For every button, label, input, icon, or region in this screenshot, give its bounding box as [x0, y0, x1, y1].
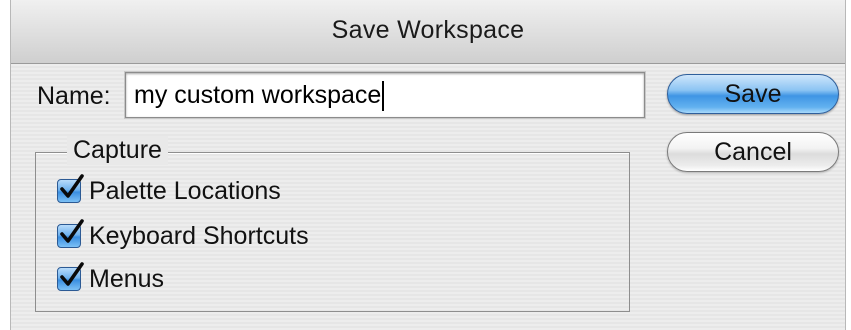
keyboard-shortcuts-checkbox[interactable]: [57, 219, 84, 248]
save-button[interactable]: Save: [667, 74, 839, 114]
save-workspace-dialog: Save Workspace Name: my custom workspace…: [10, 0, 846, 330]
dialog-title: Save Workspace: [331, 16, 525, 44]
name-field-value: my custom workspace: [134, 81, 382, 109]
text-cursor: [382, 81, 385, 112]
menus-option[interactable]: Menus: [57, 262, 164, 296]
capture-group-title: Capture: [67, 136, 168, 165]
palette-locations-checkbox[interactable]: [57, 174, 84, 203]
palette-locations-label: Palette Locations: [89, 176, 281, 205]
checkmark-icon: [60, 174, 84, 198]
dialog-title-bar[interactable]: Save Workspace: [11, 0, 845, 64]
checkmark-icon: [60, 219, 84, 243]
palette-locations-option[interactable]: Palette Locations: [57, 174, 281, 208]
checkmark-icon: [60, 262, 84, 286]
name-field[interactable]: my custom workspace: [125, 72, 645, 118]
cancel-button[interactable]: Cancel: [667, 132, 839, 172]
keyboard-shortcuts-label: Keyboard Shortcuts: [89, 221, 309, 250]
keyboard-shortcuts-option[interactable]: Keyboard Shortcuts: [57, 219, 309, 253]
name-label: Name:: [37, 82, 111, 110]
menus-checkbox[interactable]: [57, 262, 84, 291]
menus-label: Menus: [89, 264, 165, 293]
